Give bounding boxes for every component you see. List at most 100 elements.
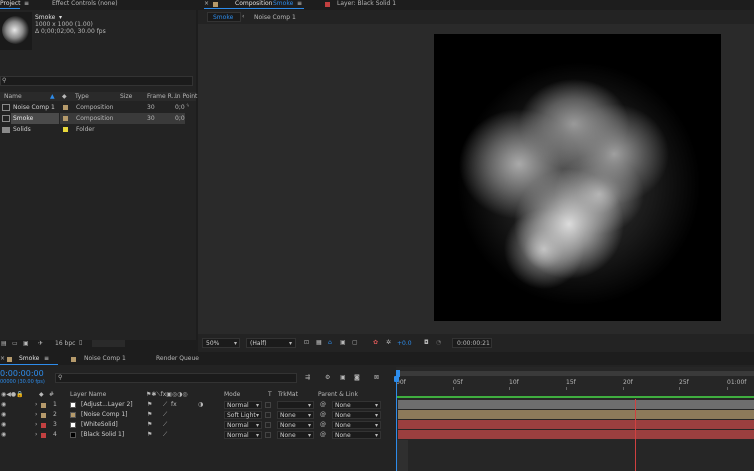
trkmat-dropdown[interactable]: ▾ bbox=[277, 401, 314, 409]
trkmat-dropdown[interactable]: None ▾ bbox=[277, 411, 314, 419]
quality-switch-icon[interactable]: ⟋ bbox=[163, 402, 167, 408]
sort-up-icon[interactable]: ▲ bbox=[50, 94, 55, 100]
layer-name[interactable]: [Black Solid 1] bbox=[81, 432, 124, 438]
twirl-icon[interactable]: › bbox=[35, 432, 37, 438]
timeline-search-input[interactable]: ⚲ bbox=[55, 373, 297, 383]
close-icon[interactable]: × bbox=[204, 1, 209, 7]
layer-label-swatch[interactable] bbox=[41, 423, 46, 428]
layer-name[interactable]: [Adjust...Layer 2] bbox=[81, 402, 133, 408]
pick-whip-icon[interactable]: @ bbox=[320, 402, 326, 408]
resolution-dropdown[interactable]: (Half) ▾ bbox=[246, 338, 296, 348]
pick-whip-icon[interactable]: @ bbox=[320, 422, 326, 428]
layer-row[interactable]: ◉ › 1 [Adjust...Layer 2] ⚑ ⟋ fx ◑ Normal ▾ ▾ @ None ▾ bbox=[0, 400, 395, 410]
layer-row[interactable]: ◉ › 4 [Black Solid 1] ⚑ ⟋ Normal ▾ None ▾ @ None ▾ bbox=[0, 430, 395, 440]
graph-editor-icon[interactable]: ⊠ bbox=[374, 375, 379, 381]
current-time-field[interactable]: 0:00:00:21 bbox=[452, 338, 492, 348]
tab-render-queue[interactable]: Render Queue bbox=[156, 356, 199, 362]
trash-icon-delete[interactable]: ▯ bbox=[79, 340, 82, 346]
label-swatch[interactable] bbox=[63, 105, 68, 110]
project-search-input[interactable]: ⚲ bbox=[0, 76, 193, 86]
layer-track-2[interactable] bbox=[398, 410, 754, 419]
adjustment-layer-icon[interactable]: ◑ bbox=[198, 402, 203, 408]
color-channels-icon[interactable]: ✿ bbox=[373, 340, 378, 346]
draft-3d-icon[interactable]: ⚙ bbox=[325, 375, 330, 381]
composition-frame[interactable] bbox=[434, 34, 721, 321]
shy-switch-icon[interactable]: ⚑ bbox=[147, 422, 152, 428]
frame-blending-icon[interactable]: ◙ bbox=[354, 375, 360, 381]
tab-composition-name[interactable]: Smoke bbox=[273, 1, 293, 7]
layer-track-4[interactable] bbox=[398, 430, 754, 439]
time-ruler[interactable]: 00f 05f 10f 15f 20f 25f 01:00f bbox=[396, 377, 754, 390]
col-name[interactable]: Name bbox=[4, 94, 22, 100]
tab-smoke[interactable]: Smoke bbox=[19, 356, 39, 362]
breadcrumb-smoke[interactable]: Smoke bbox=[213, 15, 233, 21]
close-icon[interactable]: × bbox=[0, 356, 5, 362]
col-trkmat[interactable]: TrkMat bbox=[278, 392, 298, 398]
interpret-footage-icon[interactable]: ▤ bbox=[1, 341, 7, 347]
layer-track-3[interactable] bbox=[398, 420, 754, 429]
color-management-icon[interactable]: ✲ bbox=[386, 340, 391, 346]
panel-menu-icon[interactable]: ≡ bbox=[24, 1, 29, 7]
exposure-value[interactable]: +0.0 bbox=[397, 341, 412, 347]
tab-layer[interactable]: Layer: Black Solid 1 bbox=[337, 1, 396, 7]
quality-switch-icon[interactable]: ⟋ bbox=[163, 422, 167, 428]
preserve-transparency-checkbox[interactable] bbox=[265, 402, 271, 408]
parent-dropdown[interactable]: None ▾ bbox=[332, 421, 381, 429]
region-of-interest-icon[interactable]: ▢ bbox=[352, 340, 358, 346]
tab-project[interactable]: Project bbox=[0, 1, 21, 7]
twirl-icon[interactable]: › bbox=[35, 422, 37, 428]
zoom-dropdown[interactable]: 50% ▾ bbox=[202, 338, 240, 348]
breadcrumb-noise-comp[interactable]: Noise Comp 1 bbox=[254, 15, 296, 21]
shy-switch-icon[interactable]: ⚑ bbox=[147, 432, 152, 438]
visibility-icon[interactable]: ◉ bbox=[1, 422, 6, 428]
panel-menu-icon[interactable]: ≡ bbox=[44, 356, 49, 362]
layer-label-swatch[interactable] bbox=[41, 433, 46, 438]
show-snapshot-icon[interactable]: ◔ bbox=[436, 340, 441, 346]
flowchart-icon[interactable]: ᛃ bbox=[186, 103, 190, 109]
new-composition-icon[interactable]: ▣ bbox=[23, 341, 29, 347]
tab-noise-comp[interactable]: Noise Comp 1 bbox=[84, 356, 126, 362]
visibility-icon[interactable]: ◉ bbox=[1, 432, 6, 438]
trkmat-dropdown[interactable]: None ▾ bbox=[277, 431, 314, 439]
layer-mode-dropdown[interactable]: Soft Light ▾ bbox=[224, 411, 262, 419]
layer-mode-dropdown[interactable]: Normal ▾ bbox=[224, 401, 262, 409]
layer-track-1[interactable] bbox=[398, 400, 754, 409]
layer-mode-dropdown[interactable]: Normal ▾ bbox=[224, 421, 262, 429]
parent-dropdown[interactable]: None ▾ bbox=[332, 431, 381, 439]
playhead[interactable] bbox=[396, 377, 397, 471]
grid-guide-icon[interactable]: ▣ bbox=[340, 340, 346, 346]
col-t[interactable]: T bbox=[268, 392, 272, 398]
twirl-icon[interactable]: › bbox=[35, 412, 37, 418]
col-type[interactable]: Type bbox=[75, 94, 89, 100]
parent-dropdown[interactable]: None ▾ bbox=[332, 401, 381, 409]
shy-switch-icon[interactable]: ⚑ bbox=[147, 402, 152, 408]
layer-label-swatch[interactable] bbox=[41, 403, 46, 408]
col-in-point[interactable]: In Point bbox=[175, 94, 197, 100]
project-row-noise-comp[interactable]: Noise Comp 1 Composition 30 0;0 ᛃ bbox=[0, 102, 190, 113]
quality-switch-icon[interactable]: ⟋ bbox=[163, 432, 167, 438]
composition-mini-flowchart-icon[interactable]: ⇶ bbox=[305, 375, 310, 381]
layer-name[interactable]: [Noise Comp 1] bbox=[81, 412, 127, 418]
parent-dropdown[interactable]: None ▾ bbox=[332, 411, 381, 419]
mask-visibility-icon[interactable]: ⌂ bbox=[328, 340, 332, 346]
label-swatch[interactable] bbox=[63, 116, 68, 121]
label-swatch[interactable] bbox=[63, 127, 68, 132]
layer-name[interactable]: [WhiteSolid] bbox=[81, 422, 118, 428]
pick-whip-icon[interactable]: @ bbox=[320, 412, 326, 418]
trash-icon[interactable]: ✈ bbox=[38, 341, 43, 347]
layer-number-icon[interactable]: # bbox=[49, 392, 54, 398]
project-row-smoke[interactable]: Smoke Composition 30 0;0 bbox=[0, 113, 185, 124]
effects-icon[interactable]: fx bbox=[171, 402, 177, 408]
col-mode[interactable]: Mode bbox=[224, 392, 240, 398]
tab-composition-prefix[interactable]: Composition bbox=[235, 1, 272, 7]
tab-effect-controls[interactable]: Effect Controls (none) bbox=[52, 1, 118, 7]
timeline-graph-area[interactable]: 00f 05f 10f 15f 20f 25f 01:00f bbox=[394, 367, 754, 471]
layer-row[interactable]: ◉ › 3 [WhiteSolid] ⚑ ⟋ Normal ▾ None ▾ @ None ▾ bbox=[0, 420, 395, 430]
current-time-display[interactable]: 0:00:00:00 bbox=[0, 370, 44, 378]
project-row-solids[interactable]: Solids Folder bbox=[0, 124, 185, 135]
pick-whip-icon[interactable]: @ bbox=[320, 432, 326, 438]
label-icon[interactable]: ◆ bbox=[62, 94, 67, 100]
bpc-button[interactable]: 16 bpc bbox=[55, 341, 75, 347]
transparency-grid-icon[interactable]: ▦ bbox=[316, 340, 322, 346]
fast-previews-icon[interactable]: ⊡ bbox=[304, 340, 309, 346]
